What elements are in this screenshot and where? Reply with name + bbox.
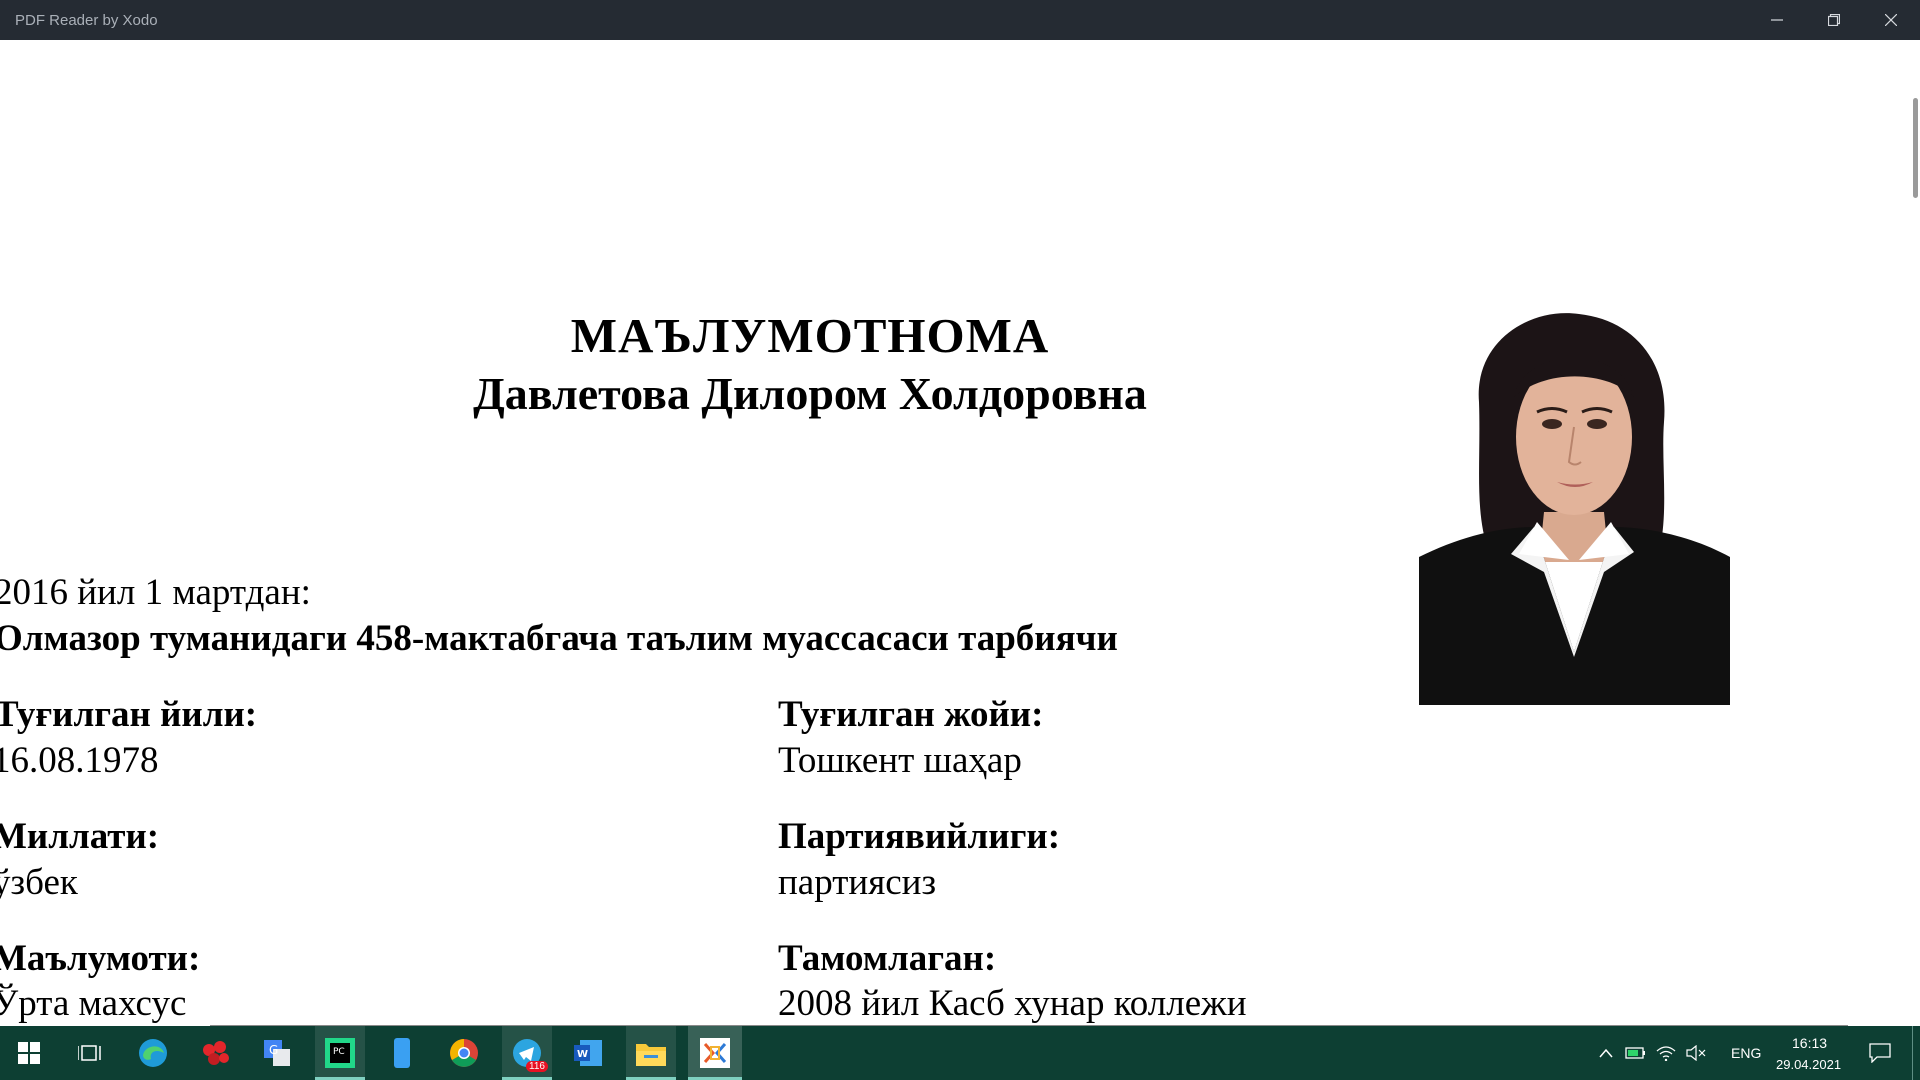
- telegram-button[interactable]: 116: [502, 1026, 552, 1080]
- wifi-button[interactable]: [1652, 1026, 1680, 1080]
- task-view-icon: [78, 1045, 101, 1061]
- pycharm-button[interactable]: PC: [315, 1026, 365, 1080]
- edge-icon: [139, 1039, 167, 1067]
- pycharm-icon: PC: [325, 1038, 355, 1068]
- nationality-label: Миллати:: [0, 816, 160, 857]
- cluster-app-button[interactable]: [190, 1026, 240, 1080]
- pdf-page: МАЪЛУМОТНОМА Давлетова Дилором Холдоровн…: [0, 0, 1920, 1027]
- birth-year-value: 16.08.1978: [0, 740, 159, 781]
- show-desktop-button[interactable]: [1912, 1026, 1920, 1080]
- volume-muted-icon: [1686, 1045, 1706, 1061]
- education-value: Ўрта махсус: [0, 983, 187, 1024]
- windows-icon: [18, 1042, 40, 1064]
- svg-text:G: G: [269, 1043, 278, 1057]
- chevron-up-icon: [1599, 1048, 1613, 1058]
- clock-time[interactable]: 16:13: [1792, 1035, 1827, 1051]
- translate-button[interactable]: G: [252, 1026, 302, 1080]
- education-label: Маълумоти:: [0, 938, 201, 979]
- since-label: 2016 йил 1 мартдан:: [0, 572, 311, 613]
- document-heading: МАЪЛУМОТНОМА: [570, 308, 1050, 363]
- nationality-value: ўзбек: [0, 862, 78, 903]
- file-explorer-button[interactable]: [626, 1026, 676, 1080]
- cluster-app-icon: [203, 1041, 229, 1065]
- clock-date[interactable]: 29.04.2021: [1776, 1057, 1841, 1072]
- translate-icon: G: [264, 1040, 290, 1066]
- xodo-button[interactable]: [688, 1026, 742, 1080]
- battery-button[interactable]: [1622, 1026, 1650, 1080]
- birth-place-label: Туғилган жойи:: [778, 694, 1044, 735]
- file-explorer-icon: [636, 1044, 666, 1066]
- svg-text:PC: PC: [333, 1047, 345, 1057]
- party-value: партиясиз: [778, 862, 937, 903]
- svg-text:W: W: [577, 1049, 588, 1060]
- graduated-value: 2008 йил Касб хунар коллежи: [778, 983, 1247, 1024]
- battery-icon: [1625, 1047, 1645, 1059]
- person-name: Давлетова Дилором Холдоровна: [473, 368, 1147, 419]
- phone-app-button[interactable]: [377, 1026, 427, 1080]
- start-button[interactable]: [4, 1026, 54, 1080]
- volume-button[interactable]: [1682, 1026, 1710, 1080]
- wifi-icon: [1656, 1046, 1676, 1061]
- birth-place-value: Тошкент шаҳар: [778, 740, 1022, 781]
- birth-year-label: Туғилган йили:: [0, 694, 258, 735]
- chrome-button[interactable]: [439, 1026, 489, 1080]
- taskbar: G PC 116 W ENG 16:13 29.04.2021: [0, 1026, 1920, 1080]
- word-button[interactable]: W: [564, 1026, 614, 1080]
- phone-app-icon: [394, 1038, 410, 1068]
- action-center-button[interactable]: [1862, 1026, 1898, 1080]
- portrait-photo: [1419, 312, 1730, 705]
- unread-badge: 116: [526, 1061, 548, 1072]
- notification-icon: [1869, 1043, 1891, 1063]
- chrome-icon: [450, 1039, 478, 1067]
- language-indicator[interactable]: ENG: [1731, 1045, 1761, 1061]
- edge-button[interactable]: [128, 1026, 178, 1080]
- show-hidden-icons-button[interactable]: [1593, 1026, 1619, 1080]
- word-icon: W: [574, 1040, 602, 1066]
- graduated-label: Тамомлаган:: [778, 938, 997, 979]
- task-view-button[interactable]: [65, 1026, 115, 1080]
- xodo-icon: [700, 1038, 730, 1068]
- party-label: Партиявийлиги:: [778, 816, 1061, 857]
- position-text: Олмазор туманидаги 458-мактабгача таълим…: [0, 618, 1118, 659]
